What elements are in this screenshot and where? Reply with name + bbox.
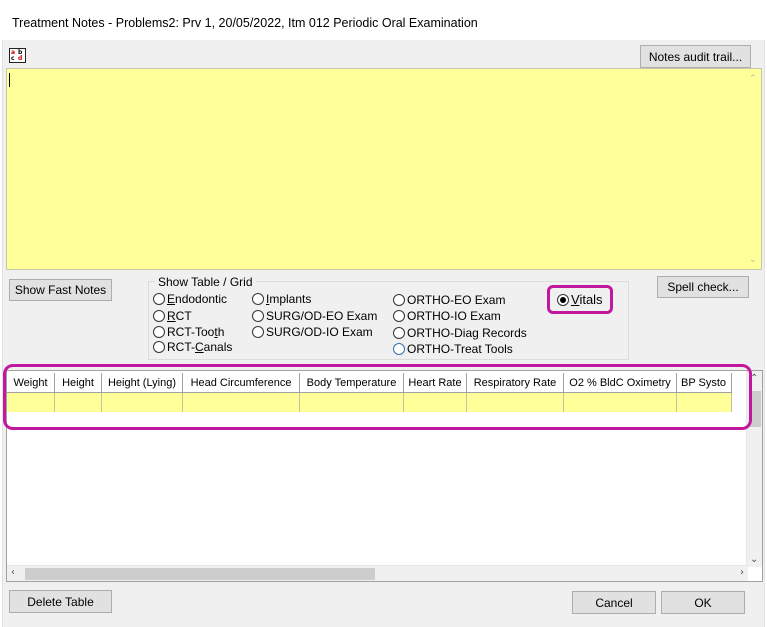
title-bar: Treatment Notes - Problems2: Prv 1, 20/0… [0, 0, 767, 44]
column-header[interactable]: Height (Lying) [102, 373, 183, 393]
grid-cell[interactable] [677, 393, 732, 412]
radio-label-vitals: Vitals [571, 292, 603, 307]
grid-header-row: Weight Height Height (Lying) Head Circum… [7, 373, 732, 393]
radio-circle [153, 341, 165, 353]
radio-rct[interactable]: RCT [153, 309, 192, 323]
radio-vitals[interactable]: Vitals [557, 292, 603, 307]
table-row[interactable] [7, 393, 732, 412]
radio-circle [393, 327, 405, 339]
column-header[interactable]: Head Circumference [183, 373, 300, 393]
grid-cell[interactable] [102, 393, 183, 412]
show-table-legend: Show Table / Grid [155, 275, 256, 289]
radio-rct-canals[interactable]: RCT-Canals [153, 340, 232, 354]
radio-ortho-eo-exam[interactable]: ORTHO-EO Exam [393, 293, 505, 307]
text-caret [9, 73, 10, 87]
show-fast-notes-label: Show Fast Notes [14, 283, 107, 297]
ok-label: OK [694, 595, 712, 610]
window-title: Treatment Notes - Problems2: Prv 1, 20/0… [12, 16, 478, 30]
radio-label-ortho-eo: ORTHO-EO Exam [407, 293, 506, 307]
scroll-up-icon[interactable]: ⌃ [750, 373, 758, 384]
notes-audit-trail-button[interactable]: Notes audit trail... [640, 45, 751, 68]
grid-cell[interactable] [183, 393, 300, 412]
show-fast-notes-button[interactable]: Show Fast Notes [9, 279, 112, 301]
radio-label-implants: Implants [266, 292, 312, 306]
spell-check-label: Spell check... [667, 280, 739, 294]
grid-cell[interactable] [300, 393, 404, 412]
scroll-up-icon[interactable]: ⌃ [749, 73, 757, 84]
ok-button[interactable]: OK [661, 591, 745, 614]
column-header[interactable]: Weight [7, 373, 55, 393]
abc-spell-icon[interactable]: a b c d [9, 48, 26, 63]
notes-scrollbar[interactable]: ⌃ ⌄ [749, 73, 759, 265]
scroll-down-icon[interactable]: ⌄ [749, 254, 757, 265]
column-header[interactable]: O2 % BldC Oximetry [564, 373, 677, 393]
radio-circle [252, 293, 264, 305]
grid-vertical-scrollbar[interactable]: ⌃ ⌄ [746, 371, 762, 567]
radio-surg-od-io-exam[interactable]: SURG/OD-IO Exam [252, 325, 373, 339]
radio-label-rct-tooth: RCT-Tooth [167, 325, 225, 339]
abc-icon-glyph-c: c [11, 55, 15, 62]
cancel-button[interactable]: Cancel [572, 591, 656, 614]
column-header[interactable]: Heart Rate [404, 373, 467, 393]
grid-cell[interactable] [404, 393, 467, 412]
radio-ortho-treat-tools[interactable]: ORTHO-Treat Tools [393, 342, 513, 356]
vertical-scroll-thumb[interactable] [749, 391, 761, 427]
delete-table-button[interactable]: Delete Table [9, 590, 112, 613]
scroll-left-icon[interactable]: ‹ [11, 567, 15, 578]
grid-cell[interactable] [564, 393, 677, 412]
radio-circle [393, 310, 405, 322]
column-header[interactable]: Height [55, 373, 102, 393]
radio-circle [393, 294, 405, 306]
radio-surg-od-eo-exam[interactable]: SURG/OD-EO Exam [252, 309, 377, 323]
radio-label-ortho-diag: ORTHO-Diag Records [407, 326, 527, 340]
abc-icon-glyph-d: d [18, 55, 23, 62]
notes-audit-trail-label: Notes audit trail... [648, 49, 743, 64]
scroll-down-icon[interactable]: ⌄ [750, 554, 758, 565]
delete-table-label: Delete Table [27, 594, 94, 609]
radio-implants[interactable]: Implants [252, 292, 311, 306]
radio-label-rct-canals: RCT-Canals [167, 340, 233, 354]
grid-horizontal-scrollbar[interactable]: ‹ › [7, 565, 748, 581]
vitals-grid[interactable]: Weight Height Height (Lying) Head Circum… [6, 370, 763, 582]
radio-label-surg-od-io: SURG/OD-IO Exam [266, 325, 373, 339]
grid-cell[interactable] [467, 393, 564, 412]
radio-label-ortho-io: ORTHO-IO Exam [407, 309, 501, 323]
scroll-right-icon[interactable]: › [740, 567, 744, 578]
radio-label-rct: RCT [167, 309, 192, 323]
radio-circle [393, 343, 405, 355]
column-header[interactable]: Respiratory Rate [467, 373, 564, 393]
radio-label-ortho-treat: ORTHO-Treat Tools [407, 342, 513, 356]
notes-editor[interactable]: ⌃ ⌄ [6, 68, 762, 270]
radio-circle [252, 326, 264, 338]
spell-check-button[interactable]: Spell check... [657, 276, 749, 298]
horizontal-scroll-thumb[interactable] [25, 568, 375, 580]
column-header[interactable]: Body Temperature [300, 373, 404, 393]
radio-label-surg-od-eo: SURG/OD-EO Exam [266, 309, 378, 323]
radio-ortho-diag-records[interactable]: ORTHO-Diag Records [393, 326, 527, 340]
radio-circle-checked [557, 293, 569, 306]
grid-cell[interactable] [55, 393, 102, 412]
radio-circle [153, 326, 165, 338]
radio-circle [153, 293, 165, 305]
radio-label-endodontic: Endodontic [167, 292, 228, 306]
radio-ortho-io-exam[interactable]: ORTHO-IO Exam [393, 309, 501, 323]
cancel-label: Cancel [595, 595, 633, 610]
radio-rct-tooth[interactable]: RCT-Tooth [153, 325, 224, 339]
radio-circle [252, 310, 264, 322]
radio-endodontic[interactable]: Endodontic [153, 292, 227, 306]
grid-cell[interactable] [7, 393, 55, 412]
column-header[interactable]: BP Systo [677, 373, 732, 393]
radio-circle [153, 310, 165, 322]
